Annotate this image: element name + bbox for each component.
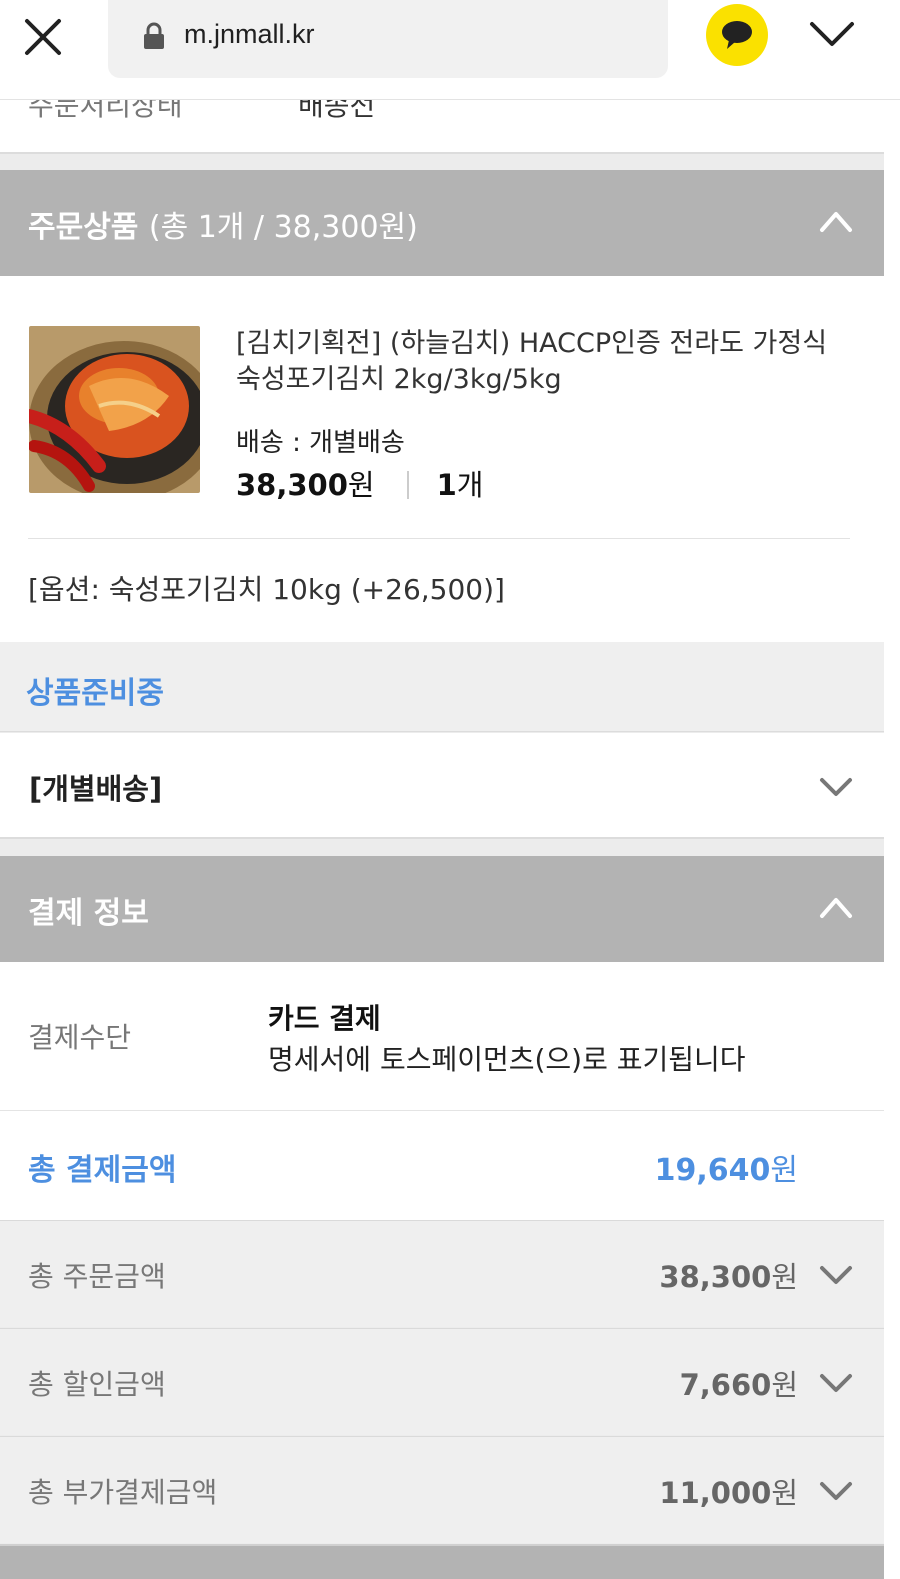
lock-icon [144, 22, 164, 49]
product-card: [김치기획전] (하늘김치) HACCP인증 전라도 가정식 숙성포기김치 2k… [0, 276, 884, 642]
product-divider [28, 538, 850, 539]
order-items-header[interactable]: 주문상품 (총 1개 / 38,300원) [0, 170, 884, 276]
payment-method-label: 결제수단 [28, 1021, 132, 1054]
chevron-down-icon[interactable] [818, 1369, 854, 1397]
summary-row-amount: 11,000 [659, 1476, 772, 1510]
order-status-label: 주문처리상태 [28, 100, 183, 122]
next-section-header-edge [0, 1544, 884, 1579]
order-status-value: 배송전 [298, 100, 376, 122]
payment-info-box: 결제수단 카드 결제 명세서에 토스페이먼츠(으)로 표기됩니다 총 결제금액 … [0, 962, 884, 1220]
price-quantity-divider [406, 471, 409, 499]
order-status-row: 주문처리상태 배송전 [0, 100, 884, 154]
url-text[interactable]: m.jnmall.kr [184, 19, 315, 50]
summary-row-amount: 38,300 [659, 1260, 772, 1294]
summary-row-label: 총 주문금액 [28, 1260, 166, 1293]
summary-row-discount-amount[interactable]: 총 할인금액 7,660원 [0, 1328, 884, 1435]
order-items-summary: (총 1개 / 38,300원) [148, 210, 418, 245]
product-option: [옵션: 숙성포기김치 10kg (+26,500)] [28, 573, 505, 606]
total-payment-amount: 19,640 [654, 1153, 771, 1188]
payment-info-header[interactable]: 결제 정보 [0, 856, 884, 962]
item-state-row: 상품준비중 [0, 642, 884, 732]
item-state-label: 상품준비중 [26, 676, 164, 711]
chevron-up-icon[interactable] [818, 206, 854, 236]
product-price-unit: 원 [347, 468, 375, 502]
product-shipping-type: 배송 : 개별배송 [236, 428, 405, 458]
chevron-down-icon[interactable] [808, 14, 856, 54]
summary-row-order-amount[interactable]: 총 주문금액 38,300원 [0, 1220, 884, 1327]
summary-row-value: 7,660원 [680, 1362, 798, 1404]
product-name[interactable]: [김치기획전] (하늘김치) HACCP인증 전라도 가정식 숙성포기김치 2k… [236, 326, 856, 398]
summary-row-label: 총 부가결제금액 [28, 1476, 218, 1509]
summary-row-extra-payment[interactable]: 총 부가결제금액 11,000원 [0, 1436, 884, 1543]
total-payment-label: 총 결제금액 [28, 1153, 177, 1188]
chevron-down-icon[interactable] [818, 773, 854, 801]
order-items-title-text: 주문상품 [28, 210, 139, 245]
address-bar[interactable]: m.jnmall.kr [108, 0, 668, 78]
payment-divider [0, 1110, 884, 1111]
total-payment-value: 19,640원 [655, 1145, 798, 1189]
product-price: 38,300 [236, 468, 348, 502]
chat-bubble-icon [722, 21, 752, 49]
summary-row-unit: 원 [771, 1260, 798, 1294]
product-quantity: 1 [436, 468, 457, 502]
summary-row-value: 38,300원 [659, 1254, 798, 1296]
summary-row-value: 11,000원 [659, 1470, 798, 1512]
payment-method-title: 카드 결제 [268, 1002, 381, 1035]
summary-row-amount: 7,660 [679, 1368, 772, 1402]
product-thumbnail[interactable] [29, 326, 200, 493]
kakaotalk-button[interactable] [706, 4, 768, 66]
chevron-down-icon[interactable] [818, 1477, 854, 1505]
payment-info-title: 결제 정보 [28, 896, 149, 931]
browser-toolbar: m.jnmall.kr [0, 0, 900, 100]
shipping-group-label: [개별배송] [29, 772, 163, 806]
product-quantity-unit: 개 [456, 468, 484, 502]
shipping-group-row[interactable]: [개별배송] [0, 733, 884, 839]
summary-row-unit: 원 [771, 1368, 798, 1402]
summary-row-label: 총 할인금액 [28, 1368, 166, 1401]
chevron-down-icon[interactable] [818, 1261, 854, 1289]
close-icon[interactable] [22, 16, 64, 58]
product-price-quantity: 38,300원 1개 [236, 462, 483, 504]
total-payment-unit: 원 [770, 1153, 798, 1188]
chevron-up-icon[interactable] [818, 892, 854, 922]
summary-row-unit: 원 [771, 1476, 798, 1510]
order-items-title: 주문상품 (총 1개 / 38,300원) [28, 202, 418, 246]
page-gutter [884, 100, 900, 1579]
payment-method-note: 명세서에 토스페이먼츠(으)로 표기됩니다 [268, 1043, 746, 1076]
